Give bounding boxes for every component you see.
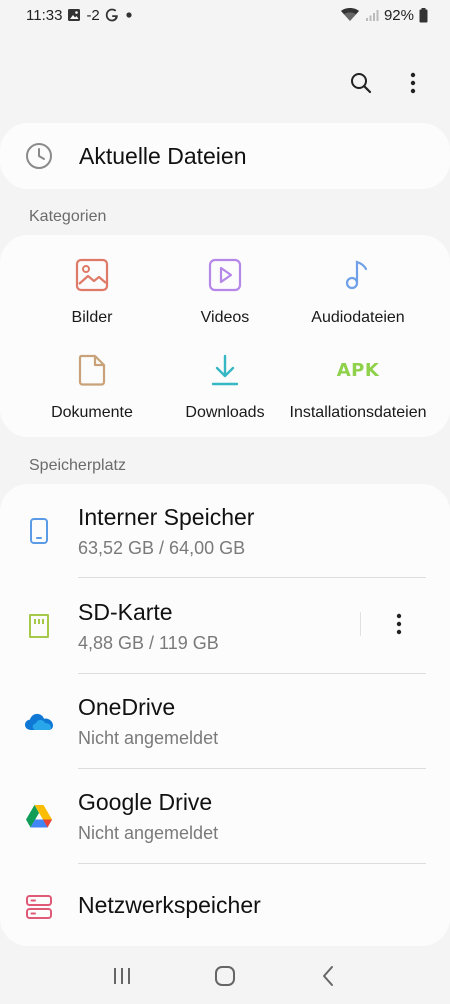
storage-title: Google Drive (78, 789, 213, 815)
apk-icon-text: APK (336, 359, 380, 381)
document-icon (72, 350, 112, 390)
storage-title: Interner Speicher (78, 504, 255, 530)
google-drive-icon (24, 801, 54, 831)
sd-card-icon (24, 611, 54, 641)
status-bar: 11:33 -2 92% (0, 0, 450, 30)
category-images[interactable]: Bilder (22, 255, 162, 327)
storage-header: Speicherplatz (29, 457, 126, 474)
music-note-icon (338, 255, 378, 295)
storage-title: SD-Karte (78, 599, 173, 625)
storage-onedrive[interactable]: OneDrive Nicht angemeldet (0, 674, 450, 769)
apk-icon: APK (336, 350, 380, 390)
top-actions (346, 68, 428, 98)
status-temperature: -2 (86, 6, 100, 24)
storage-subtitle: 4,88 GB / 119 GB (78, 633, 219, 653)
category-label: Downloads (185, 404, 265, 421)
category-documents[interactable]: Dokumente (22, 350, 162, 422)
clock-icon (24, 141, 54, 171)
category-label: Dokumente (51, 404, 133, 421)
search-icon[interactable] (346, 68, 376, 98)
wifi-icon (340, 7, 360, 23)
category-label: Bilder (71, 309, 113, 326)
category-label: Videos (200, 309, 250, 326)
categories-header: Kategorien (29, 208, 107, 225)
sd-card-more-icon[interactable] (384, 609, 414, 639)
notification-dot-icon (124, 10, 134, 20)
categories-card: Bilder Videos Audiodateien Dokumente Dow… (0, 235, 450, 437)
storage-title: Netzwerkspeicher (78, 892, 261, 918)
storage-subtitle: Nicht angemeldet (78, 823, 219, 843)
storage-internal[interactable]: Interner Speicher 63,52 GB / 64,00 GB (0, 484, 450, 579)
phone-icon (24, 516, 54, 546)
category-videos[interactable]: Videos (155, 255, 295, 327)
status-time: 11:33 (26, 6, 63, 24)
download-icon (205, 350, 245, 390)
recent-apps-icon[interactable] (102, 956, 142, 996)
battery-percentage: 92% (383, 6, 414, 24)
onedrive-icon (24, 707, 54, 737)
vertical-separator (360, 612, 361, 636)
category-audio[interactable]: Audiodateien (288, 255, 428, 327)
recent-files-label: Aktuelle Dateien (79, 142, 247, 169)
storage-subtitle: 63,52 GB / 64,00 GB (78, 538, 246, 558)
divider (78, 577, 426, 578)
status-right: 92% (340, 7, 428, 24)
status-left: 11:33 -2 (26, 7, 134, 24)
storage-subtitle: Nicht angemeldet (78, 728, 219, 748)
category-label: Audiodateien (311, 309, 405, 326)
video-icon (205, 255, 245, 295)
storage-sd-card[interactable]: SD-Karte 4,88 GB / 119 GB (0, 579, 450, 674)
image-icon (72, 255, 112, 295)
navigation-bar (0, 948, 450, 1004)
more-vert-icon[interactable] (398, 68, 428, 98)
signal-icon (365, 8, 379, 22)
recent-files-card[interactable]: Aktuelle Dateien (0, 123, 450, 189)
google-notification-icon (105, 8, 119, 22)
home-icon[interactable] (205, 956, 245, 996)
category-label: Installationsdateien (289, 404, 427, 421)
storage-network[interactable]: Netzwerkspeicher (0, 864, 450, 959)
category-downloads[interactable]: Downloads (155, 350, 295, 422)
storage-google-drive[interactable]: Google Drive Nicht angemeldet (0, 769, 450, 864)
gallery-notification-icon (67, 8, 81, 22)
storage-card: Interner Speicher 63,52 GB / 64,00 GB SD… (0, 484, 450, 946)
category-installation-files[interactable]: APK Installationsdateien (288, 350, 428, 422)
network-storage-icon (24, 892, 54, 922)
back-icon[interactable] (308, 956, 348, 996)
storage-title: OneDrive (78, 694, 176, 720)
battery-icon (419, 7, 428, 23)
